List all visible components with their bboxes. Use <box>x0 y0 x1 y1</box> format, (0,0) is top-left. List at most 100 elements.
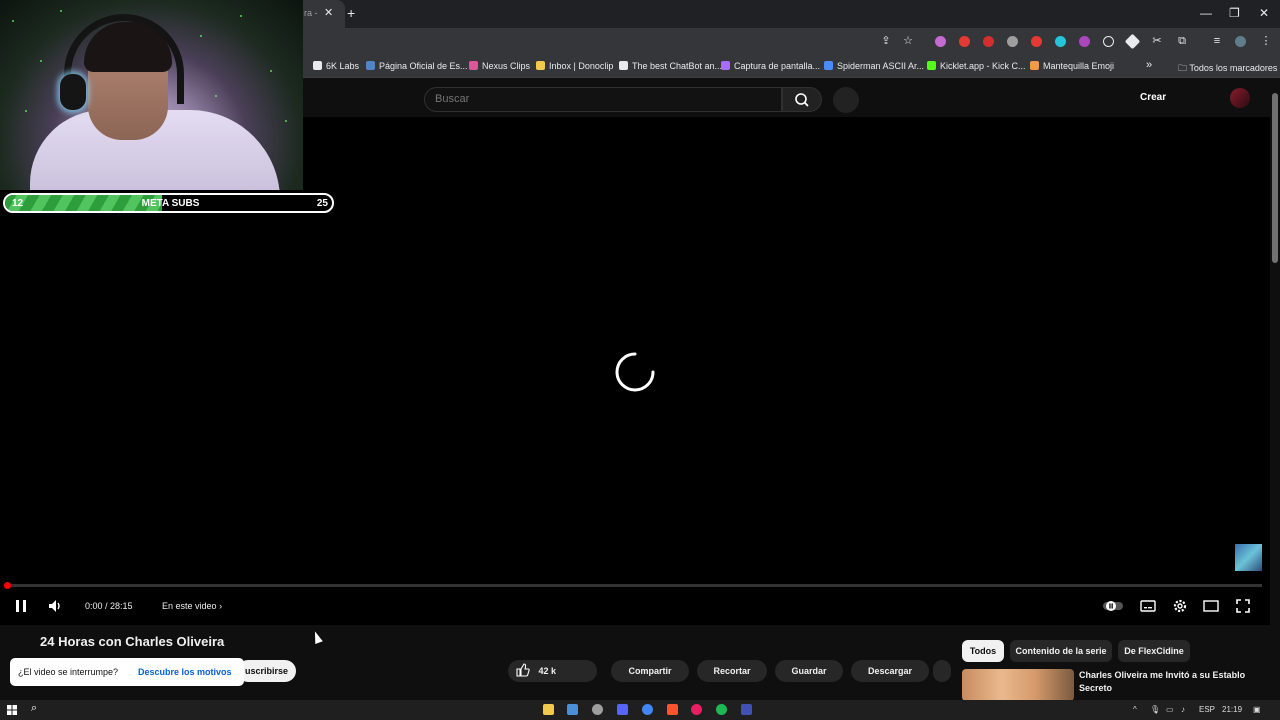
bookmark-item[interactable]: Inbox | Donoclip <box>536 61 613 71</box>
more-bookmarks-icon[interactable]: » <box>1146 59 1152 71</box>
create-button[interactable]: Crear <box>1140 92 1166 103</box>
bookmark-star-icon[interactable]: ☆ <box>901 34 915 48</box>
bookmark-item[interactable]: Kicklet.app - Kick C... <box>927 61 1026 71</box>
bookmark-item[interactable]: 6K Labs <box>313 61 359 71</box>
reading-list-icon[interactable]: ≡ <box>1210 34 1224 48</box>
bookmark-favicon <box>721 61 730 70</box>
minimize-icon[interactable]: — <box>1200 6 1212 20</box>
chip-all[interactable]: Todos <box>962 640 1004 662</box>
bookmark-label: Inbox | Donoclip <box>549 61 614 71</box>
taskbar-clock[interactable]: 21:19 <box>1222 705 1242 714</box>
mouse-cursor <box>311 629 323 645</box>
extension-icon[interactable] <box>1124 33 1141 50</box>
subtitles-icon[interactable] <box>1140 598 1156 614</box>
subscribe-button[interactable]: uscribirse <box>237 660 296 682</box>
bookmark-favicon <box>469 61 478 70</box>
folder-icon: 🗀 <box>1178 63 1190 73</box>
search-box[interactable] <box>424 87 782 112</box>
tab-close-icon[interactable]: ✕ <box>324 6 333 19</box>
chapter-button[interactable]: En este video › <box>162 601 222 611</box>
app-icon[interactable] <box>741 704 752 715</box>
autoplay-toggle[interactable] <box>1102 598 1124 614</box>
all-bookmarks-folder[interactable]: 🗀 Todos los marcadores <box>1178 61 1277 77</box>
bookmark-label: Spiderman ASCII Ar... <box>837 61 925 71</box>
discord-icon[interactable] <box>617 704 628 715</box>
avatar[interactable] <box>1230 88 1250 108</box>
theater-mode-icon[interactable] <box>1203 598 1219 614</box>
scrollbar-thumb[interactable] <box>1272 93 1278 263</box>
volume-icon[interactable] <box>47 598 63 614</box>
page-scrollbar[interactable] <box>1270 79 1280 706</box>
menu-kebab-icon[interactable]: ⋮ <box>1259 34 1273 48</box>
profile-icon[interactable] <box>1235 36 1246 47</box>
chrome-icon[interactable] <box>642 704 653 715</box>
chip-series-content[interactable]: Contenido de la serie <box>1010 640 1112 662</box>
chip-from-channel[interactable]: De FlexCidine <box>1118 640 1190 662</box>
file-explorer-icon[interactable] <box>543 704 554 715</box>
network-icon[interactable]: ▭ <box>1166 705 1174 714</box>
steam-icon[interactable] <box>567 704 578 715</box>
extensions-puzzle-icon[interactable]: ⧉ <box>1175 34 1189 48</box>
tab-title: ra - <box>304 8 318 18</box>
extension-icon[interactable] <box>1103 36 1114 47</box>
star-dot <box>200 35 202 37</box>
extension-icon[interactable] <box>935 36 946 47</box>
extension-icon[interactable] <box>1079 36 1090 47</box>
pause-icon[interactable] <box>14 598 28 614</box>
brave-icon[interactable] <box>667 704 678 715</box>
bookmark-item[interactable]: Mantequilla Emoji <box>1030 61 1114 71</box>
search-button[interactable] <box>782 87 822 112</box>
windows-start-icon[interactable] <box>7 705 17 715</box>
progress-bar[interactable] <box>8 584 1262 587</box>
share-button[interactable]: Compartir <box>611 660 689 682</box>
thumbs-up-icon <box>516 663 530 677</box>
bookmark-item[interactable]: Página Oficial de Es... <box>366 61 468 71</box>
chevron-right-icon: › <box>219 601 223 611</box>
extension-icon[interactable] <box>1055 36 1066 47</box>
progress-scrubber[interactable] <box>4 582 11 589</box>
time-display: 0:00 / 28:15 <box>85 601 133 611</box>
bookmark-item[interactable]: The best ChatBot an... <box>619 61 722 71</box>
bookmark-favicon <box>824 61 833 70</box>
like-button[interactable]: 42 k <box>508 660 597 682</box>
fullscreen-icon[interactable] <box>1235 598 1251 614</box>
extension-icon[interactable] <box>1031 36 1042 47</box>
extension-icon[interactable] <box>1007 36 1018 47</box>
notifications-icon[interactable]: ▣ <box>1253 705 1261 714</box>
voice-search-button[interactable] <box>833 87 859 113</box>
speaker-icon[interactable]: ♪ <box>1181 705 1185 714</box>
save-button[interactable]: Guardar <box>775 660 843 682</box>
bookmark-item[interactable]: Captura de pantalla... <box>721 61 820 71</box>
recommended-video-thumbnail[interactable] <box>962 669 1074 701</box>
search-input[interactable] <box>435 93 765 105</box>
tray-overflow-icon[interactable]: ^ <box>1133 705 1137 714</box>
sub-goal-current: 12 <box>12 198 24 209</box>
settings-gear-icon[interactable] <box>1172 598 1188 614</box>
bookmark-favicon <box>366 61 375 70</box>
media-app-icon[interactable] <box>691 704 702 715</box>
bookmark-label: 6K Labs <box>326 61 360 71</box>
bookmark-label: Nexus Clips <box>482 61 531 71</box>
more-actions-button[interactable] <box>933 660 951 682</box>
bookmark-item[interactable]: Nexus Clips <box>469 61 530 71</box>
app-icon[interactable] <box>592 704 603 715</box>
bookmark-favicon <box>536 61 545 70</box>
tools-icon[interactable]: ✂ <box>1150 34 1164 48</box>
popup-link[interactable]: Descubre los motivos <box>138 667 232 677</box>
install-app-icon[interactable]: ⇪ <box>879 34 893 48</box>
recommended-video-title[interactable]: Charles Oliveira me Invitó a su Establo … <box>1079 669 1259 695</box>
new-tab-icon[interactable]: + <box>347 5 355 21</box>
microphone-icon[interactable]: 🎙 <box>1150 705 1160 714</box>
download-button[interactable]: Descargar <box>851 660 929 682</box>
extension-icon[interactable] <box>959 36 970 47</box>
bookmark-item[interactable]: Spiderman ASCII Ar... <box>824 61 924 71</box>
spotify-icon[interactable] <box>716 704 727 715</box>
restore-icon[interactable]: ❐ <box>1229 6 1240 20</box>
taskbar-search-icon[interactable]: ⌕ <box>31 702 37 715</box>
language-indicator[interactable]: ESP <box>1199 705 1215 714</box>
channel-watermark[interactable] <box>1235 544 1262 571</box>
clip-button[interactable]: Recortar <box>697 660 767 682</box>
bookmark-label: Mantequilla Emoji <box>1043 61 1115 71</box>
close-window-icon[interactable]: ✕ <box>1259 6 1269 20</box>
adblock-extension-icon[interactable] <box>983 36 994 47</box>
